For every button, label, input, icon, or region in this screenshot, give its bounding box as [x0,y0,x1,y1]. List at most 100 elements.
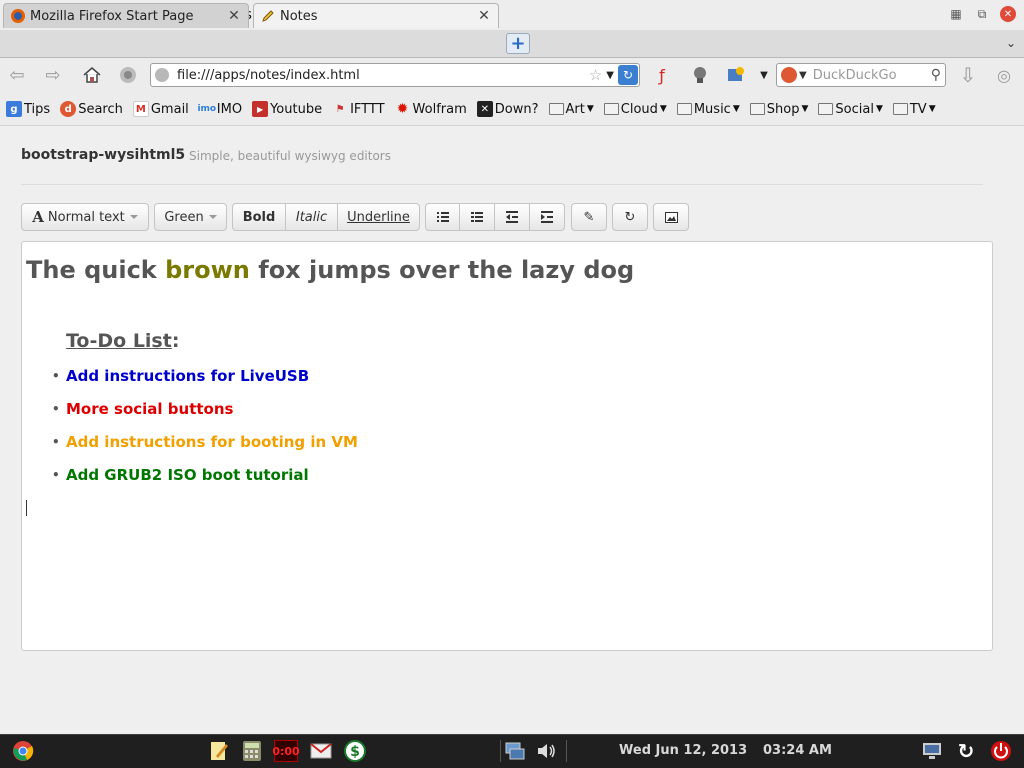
folder-icon [892,103,908,115]
network-icon[interactable] [504,740,526,762]
bookmark-search[interactable]: d Search [60,101,123,117]
search-bar[interactable]: ▼ DuckDuckGo ⚲ [776,63,946,87]
money-icon[interactable]: $ [344,740,366,762]
power-icon[interactable] [990,740,1012,762]
bookmark-folder-music[interactable]: Music ▼ [676,102,740,117]
bookmark-tips[interactable]: g Tips [6,101,50,117]
tab-notes[interactable]: Notes ✕ [253,3,499,28]
mail-icon[interactable] [310,740,332,762]
bookmark-folder-cloud[interactable]: Cloud ▼ [603,102,667,117]
insert-link-button[interactable]: ↻ [612,203,648,231]
ordered-list-button[interactable] [460,203,495,231]
list-item[interactable]: • Add GRUB2 ISO boot tutorial [52,465,358,498]
bookmark-folder-shop[interactable]: Shop ▼ [749,102,808,117]
brand-title[interactable]: bootstrap-wysihtml5 [21,147,185,163]
gmail-icon: M [132,101,149,117]
search-engine-dropdown-icon[interactable]: ▼ [799,70,807,81]
bookmark-imo[interactable]: imo IMO [197,101,242,117]
bookmark-ifttt[interactable]: ⚑ IFTTT [332,101,385,117]
bookmark-folder-social[interactable]: Social ▼ [818,102,883,117]
imo-icon: imo [197,104,217,114]
folder-icon [676,103,692,115]
underline-button[interactable]: Underline [338,203,420,231]
search-input[interactable]: DuckDuckGo [813,68,931,83]
folder-icon [818,103,834,115]
close-tab-icon[interactable]: ✕ [476,8,492,24]
timer-icon[interactable]: 0:00 [272,740,300,762]
url-text[interactable]: file:///apps/notes/index.html [177,68,589,83]
font-color-dropdown[interactable]: Green [154,203,227,231]
bookmark-youtube[interactable]: ▶ Youtube [252,101,322,117]
flash-icon[interactable]: ƒ [650,63,674,87]
todo-title[interactable]: To-Do List: [66,330,179,352]
insert-image-button[interactable] [653,203,689,231]
date-display[interactable]: Wed Jun 12, 2013 [619,743,747,758]
volume-icon[interactable] [536,740,558,762]
chrome-icon[interactable] [12,740,34,762]
addon-icon[interactable] [724,63,748,87]
close-window-icon[interactable]: ✕ [1000,6,1016,22]
sync-icon[interactable] [116,63,140,87]
list-item[interactable]: • Add instructions for booting in VM [52,432,358,465]
calculator-icon[interactable] [241,740,263,762]
time-display[interactable]: 03:24 AM [763,743,832,758]
outdent-button[interactable] [495,203,530,231]
italic-button[interactable]: Italic [286,203,338,231]
reload-icon[interactable]: ↻ [618,65,638,85]
bookmark-gmail[interactable]: M Gmail [132,101,189,117]
home-icon[interactable] [80,63,104,87]
html-group: ✎ [571,203,607,231]
editor-headline[interactable]: The quick brown fox jumps over the lazy … [26,256,634,284]
outdent-icon [506,211,518,223]
qr-code-icon[interactable]: ▦ [948,6,964,22]
bookmark-wolfram[interactable]: ✹ Wolfram [395,101,467,117]
web-menu-icon[interactable]: ◎ [992,63,1016,87]
bookmark-folder-tv[interactable]: TV ▼ [892,102,936,117]
back-icon[interactable]: ⇦ [6,64,28,86]
list-item[interactable]: • More social buttons [52,399,358,432]
search-icon[interactable]: ⚲ [931,67,941,83]
bold-button[interactable]: Bold [232,203,286,231]
url-bar[interactable]: file:///apps/notes/index.html ☆ ▼ ↻ [150,63,640,87]
url-history-dropdown-icon[interactable]: ▼ [606,70,614,81]
bookmark-folder-art[interactable]: Art ▼ [548,102,594,117]
font-style-dropdown[interactable]: A Normal text [21,203,149,231]
image-icon [664,211,678,223]
share-icon: ↻ [624,209,636,225]
addon-dropdown-icon[interactable]: ▼ [752,63,776,87]
lightbulb-icon[interactable] [688,63,712,87]
unordered-list-button[interactable] [425,203,460,231]
tab-firefox-start[interactable]: Mozilla Firefox Start Page ✕ [3,3,249,28]
edit-html-button[interactable]: ✎ [571,203,607,231]
bookmark-down[interactable]: ✕ Down? [476,101,539,117]
display-settings-icon[interactable] [921,740,943,762]
caret-down-icon [129,215,138,219]
restore-window-icon[interactable]: ⧉ [974,6,990,22]
unordered-list-icon [436,212,449,222]
link-group: ↻ [612,203,648,231]
headline-brown-word: brown [165,256,250,284]
chevron-down-icon: ▼ [928,104,936,114]
forward-icon[interactable]: ⇨ [42,64,64,86]
chevron-down-icon: ▼ [875,104,883,114]
pencil-icon: ✎ [583,209,595,225]
bookmark-star-icon[interactable]: ☆ [589,66,602,84]
chevron-down-icon: ▼ [732,104,740,114]
tab-list-chevron-icon[interactable]: ⌄ [1006,36,1016,50]
notes-icon[interactable] [208,740,230,762]
close-tab-icon[interactable]: ✕ [226,8,242,24]
ifttt-icon: ⚑ [335,103,345,115]
down-icon: ✕ [476,101,493,117]
firefox-icon [10,8,26,24]
youtube-icon: ▶ [252,101,269,117]
bookmarks-toolbar: g Tips d Search M Gmail imo IMO ▶ Youtub… [0,96,1024,122]
downloads-icon[interactable]: ⇩ [956,63,980,87]
restart-icon[interactable]: ↻ [955,739,977,763]
indent-button[interactable] [530,203,565,231]
folder-icon [749,103,765,115]
duckduckgo-icon[interactable] [781,67,797,83]
new-tab-button[interactable]: + [506,33,530,54]
tab-label: Notes [280,8,318,24]
list-item[interactable]: • Add instructions for LiveUSB [52,366,358,399]
site-identity-icon[interactable] [155,68,169,82]
